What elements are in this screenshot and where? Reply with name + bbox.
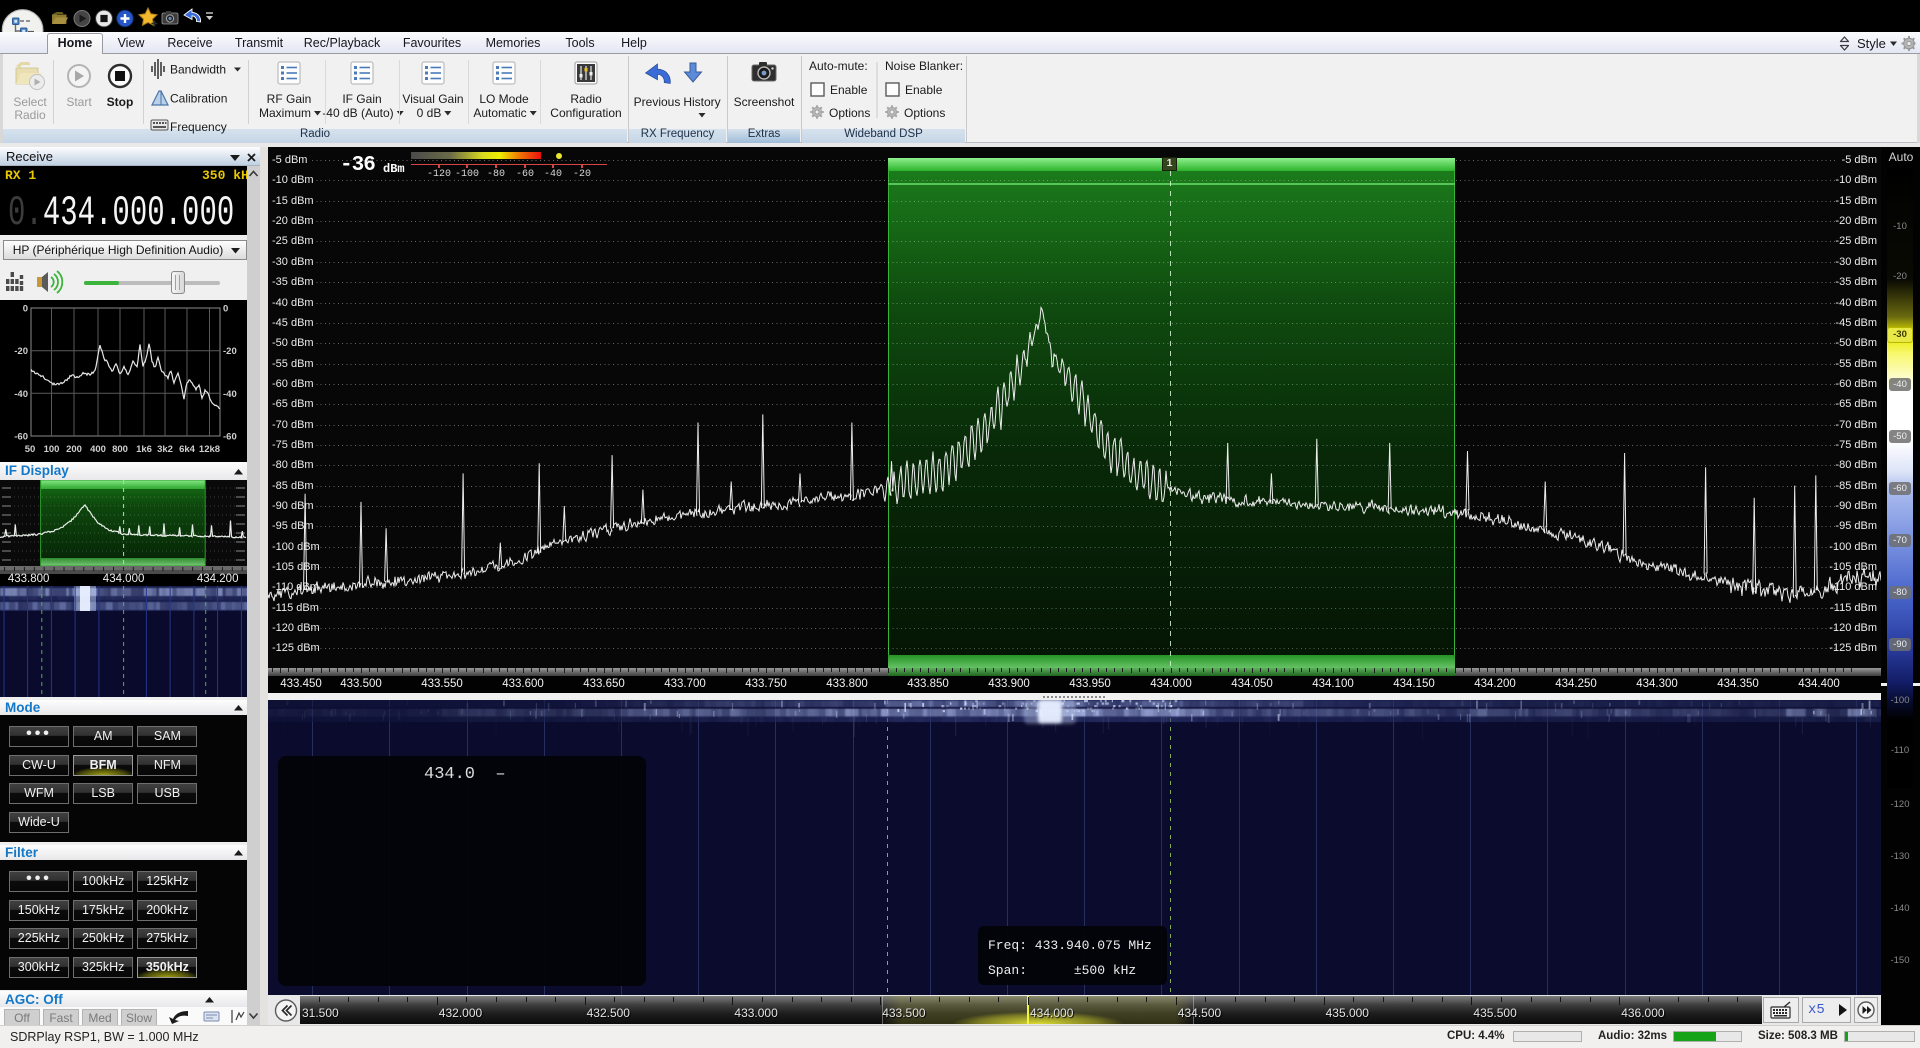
svg-text:-20: -20 xyxy=(14,346,28,357)
svg-text:Options: Options xyxy=(829,106,870,120)
svg-text:Style: Style xyxy=(1857,36,1886,51)
svg-text:History: History xyxy=(683,95,720,109)
svg-text:Start: Start xyxy=(66,95,92,109)
svg-text:Enable: Enable xyxy=(905,83,943,97)
svg-text:Radio: Radio xyxy=(570,92,602,106)
svg-text:Bandwidth: Bandwidth xyxy=(170,63,226,77)
svg-text:-40: -40 xyxy=(223,389,237,400)
svg-text:Stop: Stop xyxy=(107,95,134,109)
svg-text:Configuration: Configuration xyxy=(550,106,621,120)
svg-text:RF Gain: RF Gain xyxy=(267,92,312,106)
svg-text:0 dB: 0 dB xyxy=(417,106,442,120)
svg-text:400: 400 xyxy=(90,444,106,455)
svg-text:-40: -40 xyxy=(14,389,28,400)
svg-text:Screenshot: Screenshot xyxy=(734,95,795,109)
svg-text:Maximum: Maximum xyxy=(259,106,311,120)
svg-text:100: 100 xyxy=(44,444,60,455)
svg-text:Calibration: Calibration xyxy=(170,92,227,106)
svg-text:Select: Select xyxy=(13,95,47,109)
svg-text:0: 0 xyxy=(23,304,28,315)
svg-text:Automatic: Automatic xyxy=(473,106,526,120)
svg-text:IF Gain: IF Gain xyxy=(342,92,381,106)
svg-text:-20: -20 xyxy=(223,346,237,357)
svg-text:Enable: Enable xyxy=(830,83,868,97)
svg-text:-40 dB (Auto): -40 dB (Auto) xyxy=(322,106,393,120)
svg-text:50: 50 xyxy=(25,444,36,455)
svg-text:Noise Blanker:: Noise Blanker: xyxy=(885,59,963,73)
svg-text:12k8: 12k8 xyxy=(199,444,220,455)
svg-text:-60: -60 xyxy=(223,432,237,443)
svg-text:Previous: Previous xyxy=(634,95,681,109)
svg-text:0: 0 xyxy=(223,304,228,315)
svg-text:Auto-mute:: Auto-mute: xyxy=(809,59,868,73)
svg-text:800: 800 xyxy=(112,444,128,455)
svg-text:200: 200 xyxy=(66,444,82,455)
svg-text:-60: -60 xyxy=(14,432,28,443)
svg-text:Radio: Radio xyxy=(14,108,46,122)
svg-text:LO Mode: LO Mode xyxy=(479,92,529,106)
svg-text:1k6: 1k6 xyxy=(136,444,152,455)
svg-text:Options: Options xyxy=(904,106,945,120)
svg-text:6k4: 6k4 xyxy=(179,444,196,455)
svg-text:Visual Gain: Visual Gain xyxy=(402,92,463,106)
svg-text:3k2: 3k2 xyxy=(157,444,173,455)
svg-text:Frequency: Frequency xyxy=(170,120,227,134)
